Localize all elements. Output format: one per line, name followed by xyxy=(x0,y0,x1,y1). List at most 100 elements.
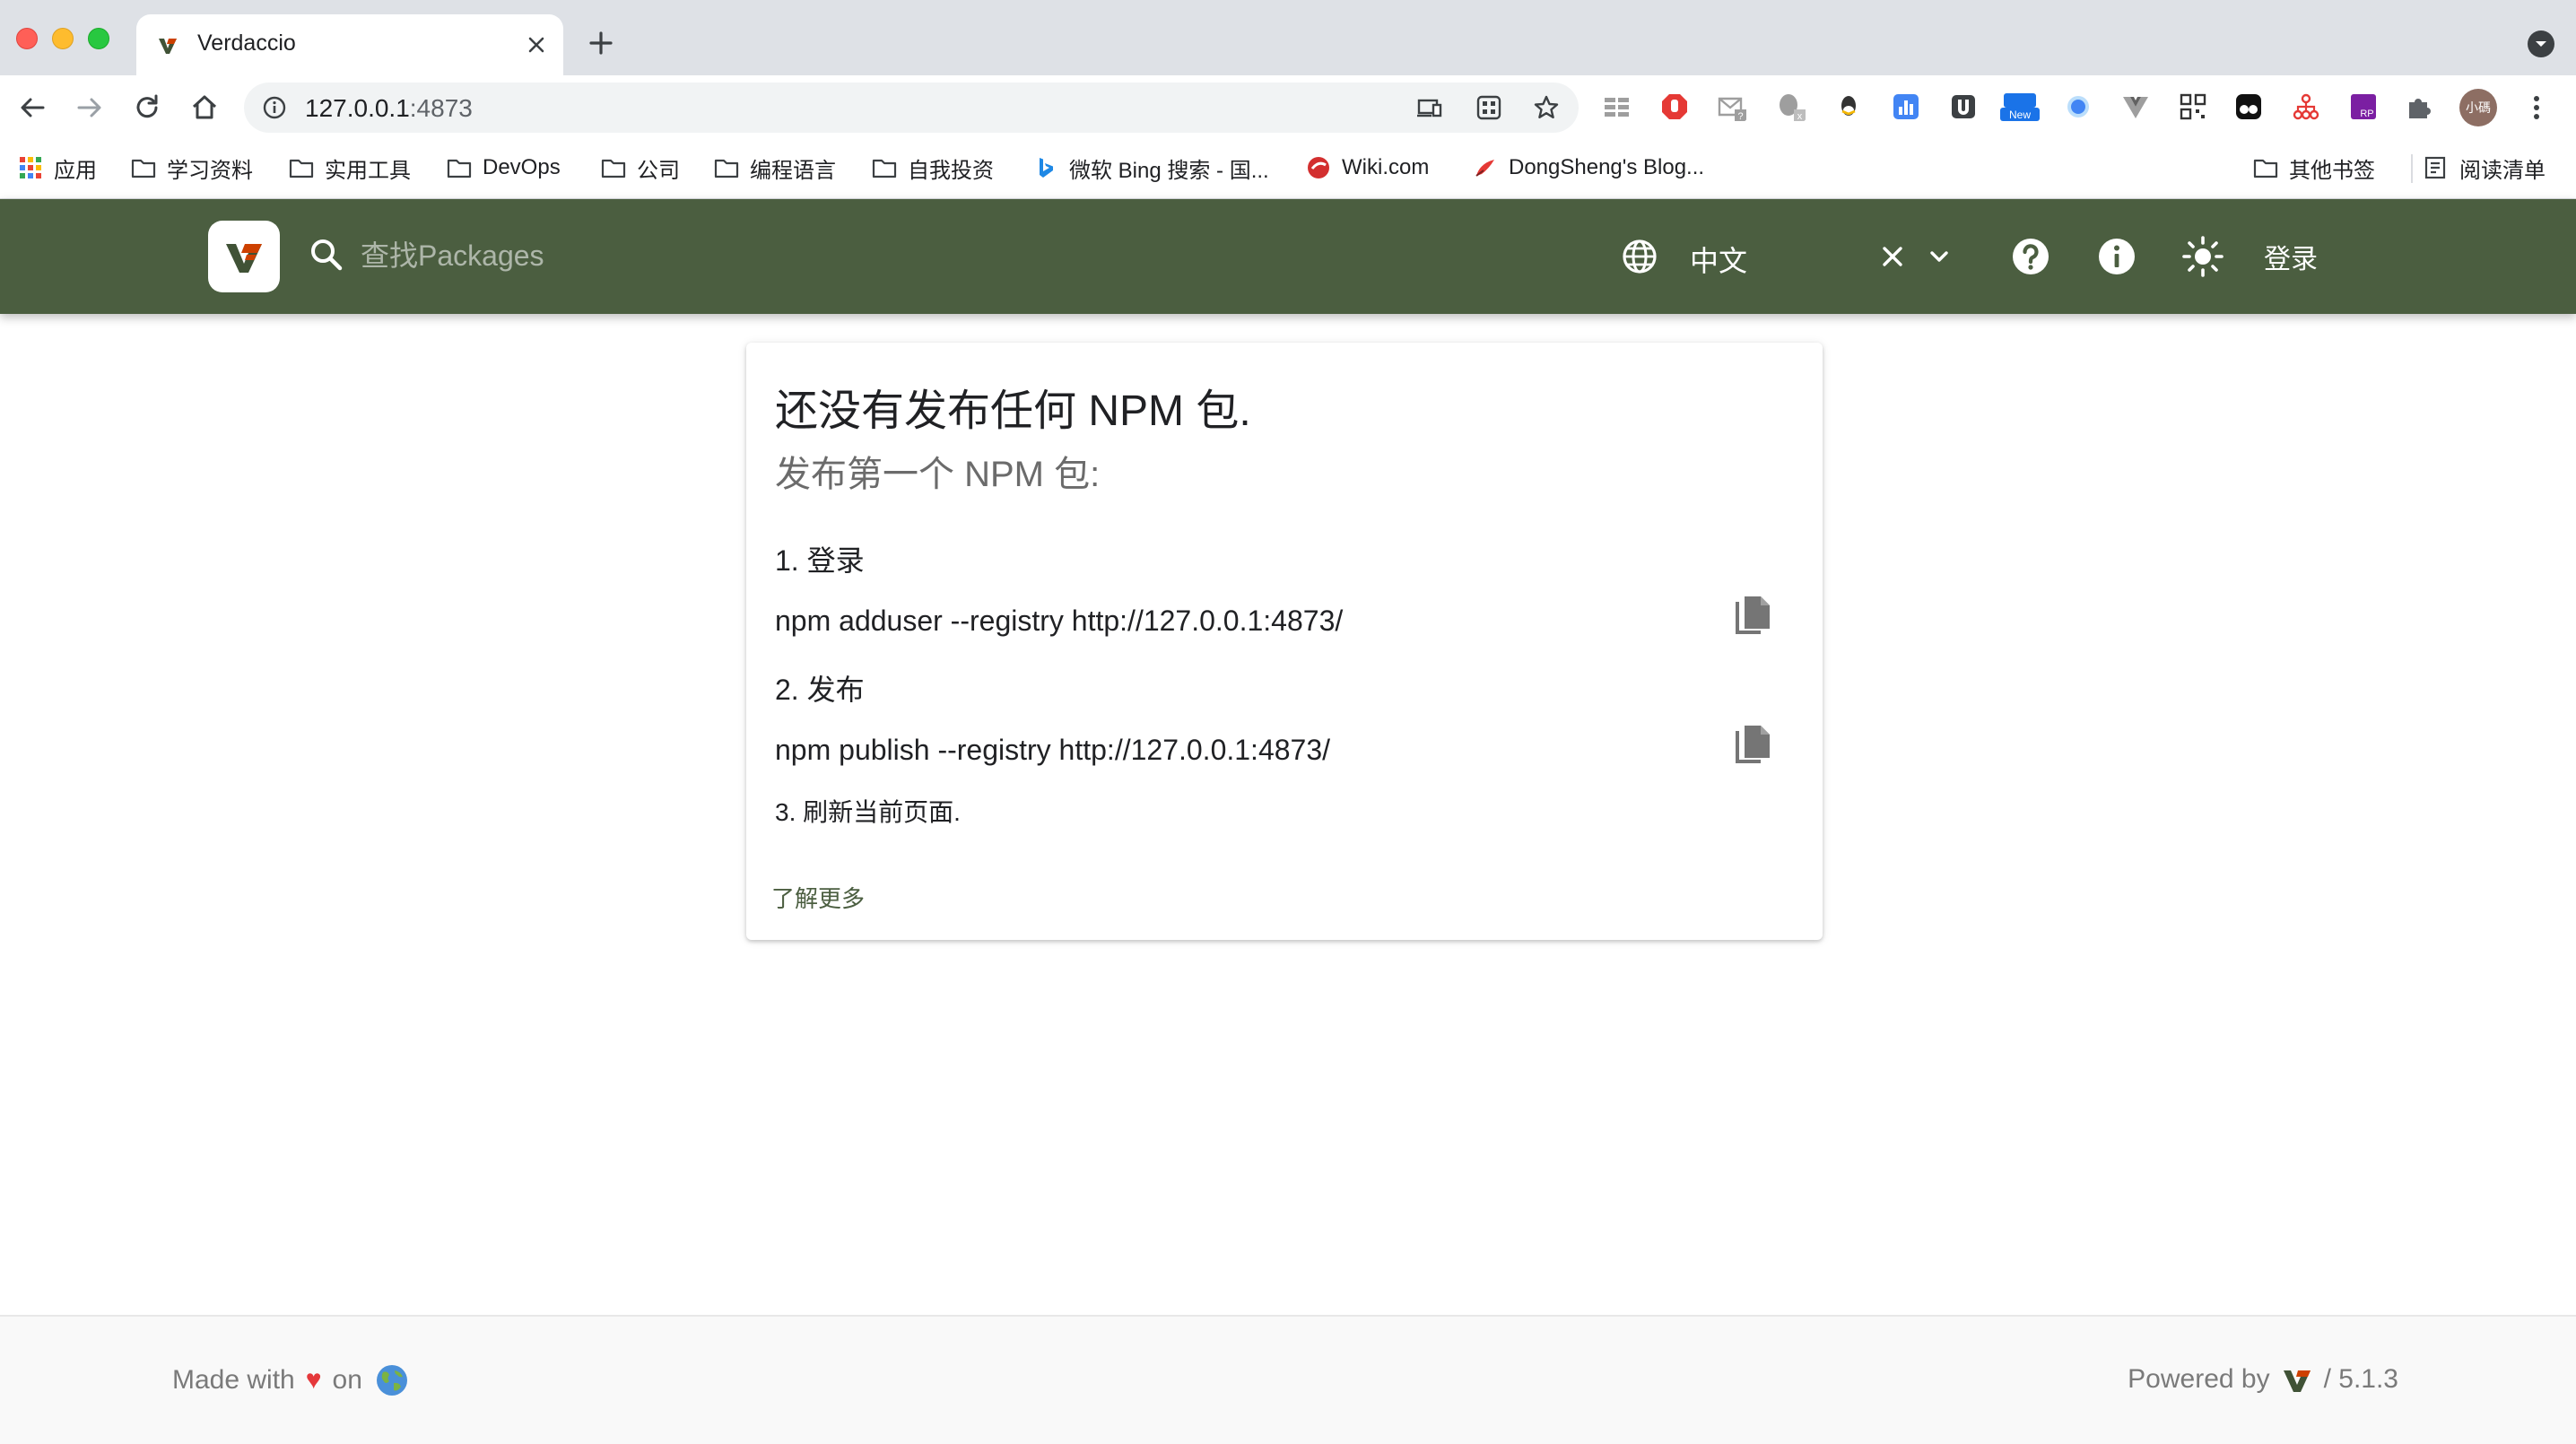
bookmark-label: 其他书签 xyxy=(2289,158,2375,183)
bookmark-reading-list[interactable]: 阅读清单 xyxy=(2424,152,2546,183)
bookmark-folder-investment[interactable]: 自我投资 xyxy=(872,152,994,183)
folder-icon xyxy=(2253,159,2278,178)
copy-icon xyxy=(1736,596,1770,634)
copy-publish-button[interactable] xyxy=(1727,719,1778,770)
gmail-checker-icon[interactable]: ? xyxy=(1717,91,1747,122)
search-icon xyxy=(311,239,343,271)
earth-globe-icon[interactable] xyxy=(375,1363,409,1397)
tampermonkey-icon[interactable] xyxy=(2233,91,2264,122)
bookmark-label: 实用工具 xyxy=(325,158,411,183)
forward-arrow-icon[interactable] xyxy=(72,90,108,126)
globe-icon xyxy=(1623,239,1657,274)
new-tab-icon[interactable] xyxy=(585,27,617,59)
bookmark-folder-tools[interactable]: 实用工具 xyxy=(289,152,411,183)
verdaccio-small-logo-icon[interactable] xyxy=(2281,1363,2313,1396)
bookmark-other-folder[interactable]: 其他书签 xyxy=(2253,152,2375,183)
learn-more-link[interactable]: 了解更多 xyxy=(771,881,865,914)
profile-avatar[interactable]: 小碼 xyxy=(2459,89,2497,126)
tab-list-extension-icon[interactable] xyxy=(1602,91,1632,122)
footer-powered-by: Powered by / 5.1.3 xyxy=(2128,1363,2398,1396)
evernote-icon[interactable]: x xyxy=(1776,91,1806,122)
empty-state-subtitle: 发布第一个 NPM 包: xyxy=(775,455,1101,494)
tab-search-button[interactable] xyxy=(2528,30,2554,57)
reload-icon[interactable] xyxy=(129,90,165,126)
adduser-command: npm adduser --registry http://127.0.0.1:… xyxy=(775,605,1344,637)
home-icon[interactable] xyxy=(187,90,222,126)
svg-text:New: New xyxy=(2009,109,2031,121)
sitemap-extension-icon[interactable] xyxy=(2291,91,2321,122)
bing-icon xyxy=(1040,158,1053,178)
bookmarks-divider xyxy=(2411,154,2413,183)
analytics-extension-icon[interactable] xyxy=(1891,91,1921,122)
bookmark-label: DevOps xyxy=(483,155,561,179)
rp-extension-icon[interactable]: RP xyxy=(2348,91,2379,122)
cast-install-icon[interactable] xyxy=(1415,93,1444,122)
address-url[interactable]: 127.0.0.1:4873 xyxy=(305,94,473,123)
svg-text:RP: RP xyxy=(2360,109,2373,119)
window-close-button[interactable] xyxy=(16,28,38,49)
qr-share-icon[interactable] xyxy=(1475,93,1503,122)
bookmark-bing[interactable]: 微软 Bing 搜索 - 国... xyxy=(1033,152,1269,183)
vue-devtools-icon[interactable] xyxy=(2120,91,2151,122)
folder-icon xyxy=(601,159,626,178)
bookmark-star-icon[interactable] xyxy=(1532,93,1561,122)
browser-tab-active[interactable]: Verdaccio xyxy=(136,14,563,75)
bookmark-folder-company[interactable]: 公司 xyxy=(601,152,680,183)
bookmark-label: 编程语言 xyxy=(750,158,836,183)
clear-icon[interactable] xyxy=(1876,240,1909,273)
window-minimize-button[interactable] xyxy=(52,28,74,49)
back-arrow-icon[interactable] xyxy=(14,90,50,126)
qrcode-icon[interactable] xyxy=(2178,91,2208,122)
chevron-down-icon xyxy=(2536,41,2546,47)
language-select-value[interactable]: 中文 xyxy=(1690,239,1747,280)
bookmark-apps[interactable]: 应用 xyxy=(18,152,97,183)
verdaccio-logo[interactable] xyxy=(208,221,280,292)
address-bar[interactable]: 127.0.0.1:4873 xyxy=(244,83,1579,133)
step-publish-label: 2. 发布 xyxy=(775,674,865,706)
shield-extension-icon[interactable] xyxy=(1948,91,1979,122)
bookmark-label: DongSheng's Blog... xyxy=(1509,155,1705,179)
url-port: :4873 xyxy=(409,94,473,122)
blog-icon xyxy=(1475,160,1494,177)
bookmark-label: 微软 Bing 搜索 - 国... xyxy=(1069,158,1269,183)
bookmark-wiki[interactable]: Wiki.com xyxy=(1306,152,1429,183)
wiki-icon xyxy=(1308,157,1329,178)
made-with-text: Made with xyxy=(172,1365,295,1395)
new-badge-extension-icon[interactable]: New xyxy=(1998,91,2041,122)
heart-icon: ♥ xyxy=(305,1365,322,1395)
tab-close-icon[interactable] xyxy=(522,30,551,59)
login-button[interactable]: 登录 xyxy=(2264,237,2318,276)
empty-state-title: 还没有发布任何 NPM 包. xyxy=(775,387,1251,435)
info-icon[interactable] xyxy=(2095,235,2138,278)
verdaccio-favicon-icon xyxy=(159,39,177,54)
tab-title: Verdaccio xyxy=(197,30,296,56)
circle-extension-icon[interactable] xyxy=(2063,91,2093,122)
bookmark-folder-devops[interactable]: DevOps xyxy=(447,152,561,183)
window-zoom-button[interactable] xyxy=(88,28,109,49)
bookmark-label: 阅读清单 xyxy=(2459,158,2546,183)
more-menu-icon[interactable] xyxy=(2528,91,2546,124)
chevron-down-icon[interactable] xyxy=(1923,240,1955,273)
qq-icon[interactable] xyxy=(1833,91,1864,122)
bookmark-label: 公司 xyxy=(637,158,680,183)
bookmark-blog[interactable]: DongSheng's Blog... xyxy=(1473,152,1704,183)
adblock-extension-icon[interactable] xyxy=(1659,91,1690,122)
step-login-label: 1. 登录 xyxy=(775,544,865,577)
footer-made-with: Made with ♥ on xyxy=(172,1363,409,1397)
bookmark-label: 自我投资 xyxy=(908,158,994,183)
page-footer: Made with ♥ on Powered by / 5.1.3 xyxy=(0,1315,2576,1444)
bookmarks-bar: 应用 学习资料 实用工具 DevOps 公司 编程语言 自我投资 微软 Bing… xyxy=(0,140,2576,199)
folder-icon xyxy=(131,159,156,178)
copy-adduser-button[interactable] xyxy=(1727,590,1778,640)
folder-icon xyxy=(872,159,897,178)
help-icon[interactable] xyxy=(2009,235,2052,278)
theme-sun-icon[interactable] xyxy=(2181,235,2224,278)
svg-text:?: ? xyxy=(1737,111,1743,122)
site-info-icon[interactable] xyxy=(262,95,287,120)
bookmark-folder-languages[interactable]: 编程语言 xyxy=(714,152,836,183)
bookmark-label: 学习资料 xyxy=(167,158,253,183)
package-search-input[interactable] xyxy=(361,230,988,282)
copy-icon xyxy=(1736,726,1770,763)
bookmark-folder-study[interactable]: 学习资料 xyxy=(131,152,253,183)
puzzle-extensions-icon[interactable] xyxy=(2404,91,2434,122)
